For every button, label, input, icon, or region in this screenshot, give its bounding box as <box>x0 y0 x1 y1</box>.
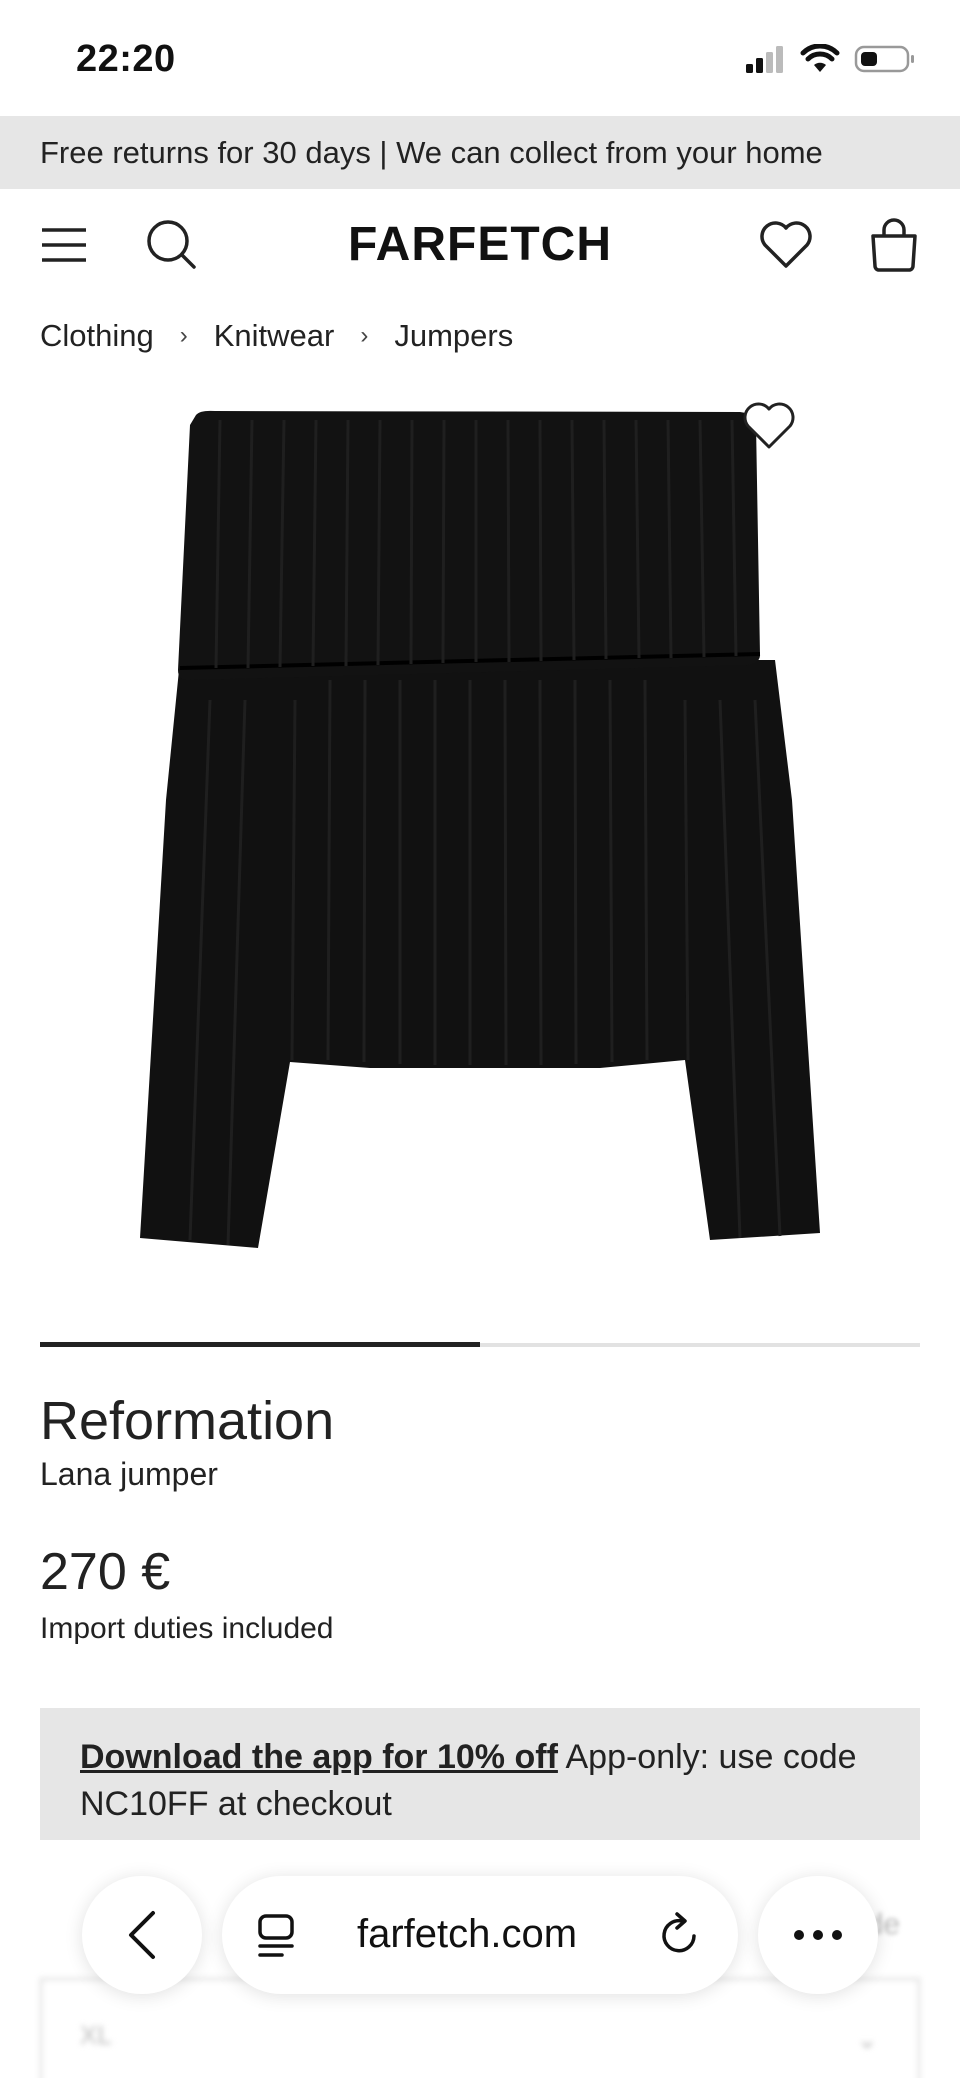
bag-button[interactable] <box>866 217 922 273</box>
wishlist-button[interactable] <box>758 217 814 273</box>
breadcrumb-clothing[interactable]: Clothing <box>40 318 154 354</box>
breadcrumb-separator: › <box>360 322 369 349</box>
import-duties-note: Import duties included <box>40 1612 334 1645</box>
download-app-link[interactable]: Download the app for 10% off <box>80 1738 558 1776</box>
promo-banner-text: Free returns for 30 days | We can collec… <box>40 134 823 170</box>
product-name: Lana jumper <box>40 1456 218 1492</box>
address-bar-url: farfetch.com <box>357 1912 578 1956</box>
product-image[interactable] <box>120 400 840 1280</box>
more-dots-icon <box>794 1930 842 1940</box>
heart-outline-icon <box>743 402 795 449</box>
promo-banner[interactable]: Free returns for 30 days | We can collec… <box>0 116 960 189</box>
product-brand[interactable]: Reformation <box>40 1390 334 1452</box>
shopping-bag-icon <box>871 218 917 272</box>
breadcrumb-separator: › <box>179 322 188 349</box>
site-header: FARFETCH <box>0 189 960 299</box>
breadcrumb-jumpers[interactable]: Jumpers <box>394 318 513 354</box>
status-icons <box>744 44 916 74</box>
signal-icon <box>746 46 783 73</box>
product-price: 270 € <box>40 1543 171 1601</box>
chevron-left-icon <box>129 1911 155 1959</box>
status-bar: 22:20 <box>0 0 960 116</box>
chevron-down-icon: ⌄ <box>856 2024 878 2054</box>
gallery-progress-fill <box>40 1342 480 1347</box>
status-time: 22:20 <box>76 38 176 80</box>
breadcrumb-knitwear[interactable]: Knitwear <box>214 318 335 354</box>
farfetch-logo[interactable]: FARFETCH <box>0 217 960 272</box>
address-bar[interactable]: farfetch.com <box>222 1876 738 1994</box>
breadcrumb: Clothing › Knitwear › Jumpers <box>40 318 513 354</box>
tabs-icon <box>258 1914 294 1957</box>
wifi-icon <box>800 44 840 72</box>
reload-icon[interactable] <box>658 1912 702 1958</box>
size-select-value: XL <box>80 2020 112 2050</box>
browser-back-button[interactable] <box>82 1876 202 1994</box>
heart-icon <box>760 221 812 268</box>
app-promo-box: Download the app for 10% off App-only: u… <box>40 1708 920 1840</box>
add-to-wishlist-button[interactable] <box>742 400 796 452</box>
more-options-button[interactable] <box>758 1876 878 1994</box>
gallery-progress-track <box>40 1342 920 1347</box>
battery-icon <box>854 45 914 73</box>
browser-toolbar: farfetch.com <box>0 1870 960 2000</box>
